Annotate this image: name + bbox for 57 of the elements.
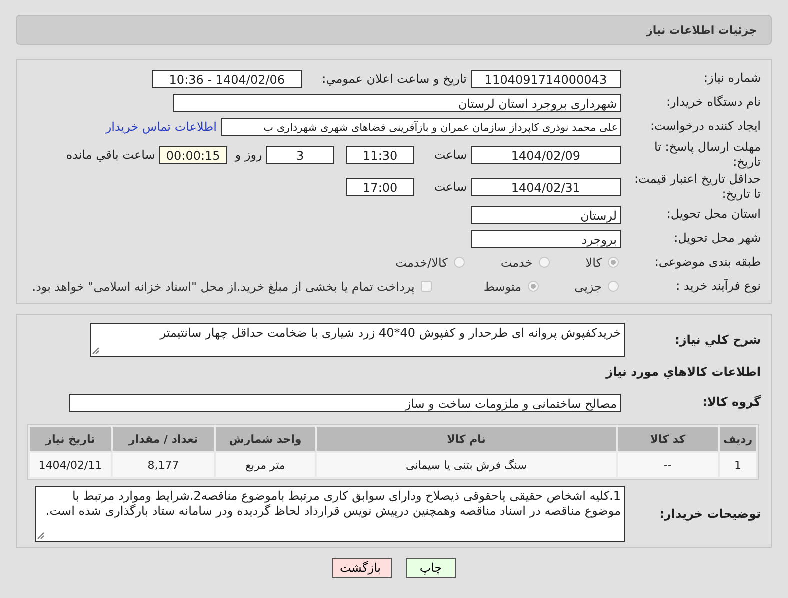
field-label: تاریخ و ساعت اعلان عمومي: <box>322 72 467 86</box>
city-field: بروجرد <box>471 230 621 248</box>
field-label: نام دستگاه خریدار: <box>666 95 761 110</box>
column-header: ردیف <box>720 427 756 451</box>
column-header: کد کالا <box>618 427 718 451</box>
action-button[interactable]: بازگشت <box>332 558 392 578</box>
date-field: 1404/02/31 <box>471 178 621 196</box>
column-header: تاریخ نیاز <box>30 427 111 451</box>
announce-date-field: 1404/02/06 - 10:36 <box>152 70 302 88</box>
time-field: 11:30 <box>346 146 414 164</box>
field-label: گروه کالا: <box>702 395 761 410</box>
need-number-field: 1104091714000043 <box>471 70 621 88</box>
resize-grip-icon <box>92 347 100 355</box>
radio-option[interactable]: متوسط <box>484 280 539 294</box>
table-cell: سنگ فرش بتنی یا سیمانی <box>317 453 616 477</box>
table-cell: 8,177 <box>113 453 214 477</box>
field-label: ساعت باقي مانده <box>66 148 156 162</box>
field-label: روز و <box>235 148 262 162</box>
field-label: استان محل تحویل: <box>666 207 761 222</box>
radio-option[interactable]: کالا <box>586 256 619 270</box>
field-label: شهر محل تحویل: <box>673 231 761 246</box>
field-label: ساعت <box>434 148 467 162</box>
radio-option[interactable]: خدمت <box>500 256 550 270</box>
column-header: واحد شمارش <box>216 427 315 451</box>
page-title: جزئیات اطلاعات نیاز <box>646 24 757 36</box>
contact-link[interactable]: اطلاعات تماس خریدار <box>106 120 217 134</box>
treasury-checkbox-option[interactable]: پرداخت تمام یا بخشی از مبلغ خرید.از محل "اسناد خزانه اسلامی" خواهد بود. <box>32 280 432 294</box>
field-label: نوع فرآیند خرید : <box>675 279 761 294</box>
column-header: تعداد / مقدار <box>113 427 214 451</box>
field-label: ساعت <box>434 180 467 194</box>
section-heading: اطلاعات کالاهاي مورد نیاز <box>604 365 761 379</box>
field-label: مهلت ارسال پاسخ: تا تاریخ: <box>653 140 761 170</box>
remaining-time-field: 00:00:15 <box>159 146 228 164</box>
buyer-notes-textarea[interactable]: 1.کلیه اشخاص حقیقی یاحقوقی ذیصلاح ودارای سوابق کاری مرتبط باموضوع مناقصه2.شرایط وموارد مرتبط با موضوع مناقصه در اسناد مناقصه وهمچنین درپیش نویس قرارداد لحاظ گردیده ودر سامانه ستاد بارگذاری شده است. <box>35 486 625 542</box>
buyer-org-field: شهرداری بروجرد استان لرستان <box>173 94 621 112</box>
resize-grip-icon <box>37 532 45 540</box>
table-cell: متر مربع <box>216 453 315 477</box>
field-label: ایجاد کننده درخواست: <box>649 119 761 134</box>
province-field: لرستان <box>471 206 621 224</box>
field-label: توضیحات خریدار: <box>658 506 761 522</box>
action-button[interactable]: چاپ <box>406 558 456 578</box>
radio-option[interactable]: جزیی <box>574 280 619 294</box>
table-cell: 1404/02/11 <box>30 453 111 477</box>
time-field: 17:00 <box>346 178 414 196</box>
requester-field: علی محمد نوذری کاپرداز سازمان عمران و بازآفرینی فضاهای شهری شهرداری ب <box>221 118 621 136</box>
field-label: طبقه بندی موضوعی: <box>654 255 761 270</box>
field-label: شرح کلي نیاز: <box>674 332 761 348</box>
radio-option[interactable]: کالا/خدمت <box>396 256 465 270</box>
description-textarea[interactable]: خریدکفپوش پروانه ای طرحدار و کفپوش 40*40 زرد شیاری با ضخامت حداقل چهار سانتیمتر <box>90 323 625 357</box>
days-field: 3 <box>266 146 334 164</box>
goods-group-field: مصالح ساختمانی و ملزومات ساخت و ساز <box>69 394 621 412</box>
column-header: نام کالا <box>317 427 616 451</box>
table-cell: -- <box>618 453 718 477</box>
date-field: 1404/02/09 <box>471 146 621 164</box>
table-cell: 1 <box>720 453 756 477</box>
field-label: شماره نیاز: <box>703 71 761 86</box>
field-label: حداقل تاریخ اعتبار قیمت: تا تاریخ: <box>633 172 761 202</box>
